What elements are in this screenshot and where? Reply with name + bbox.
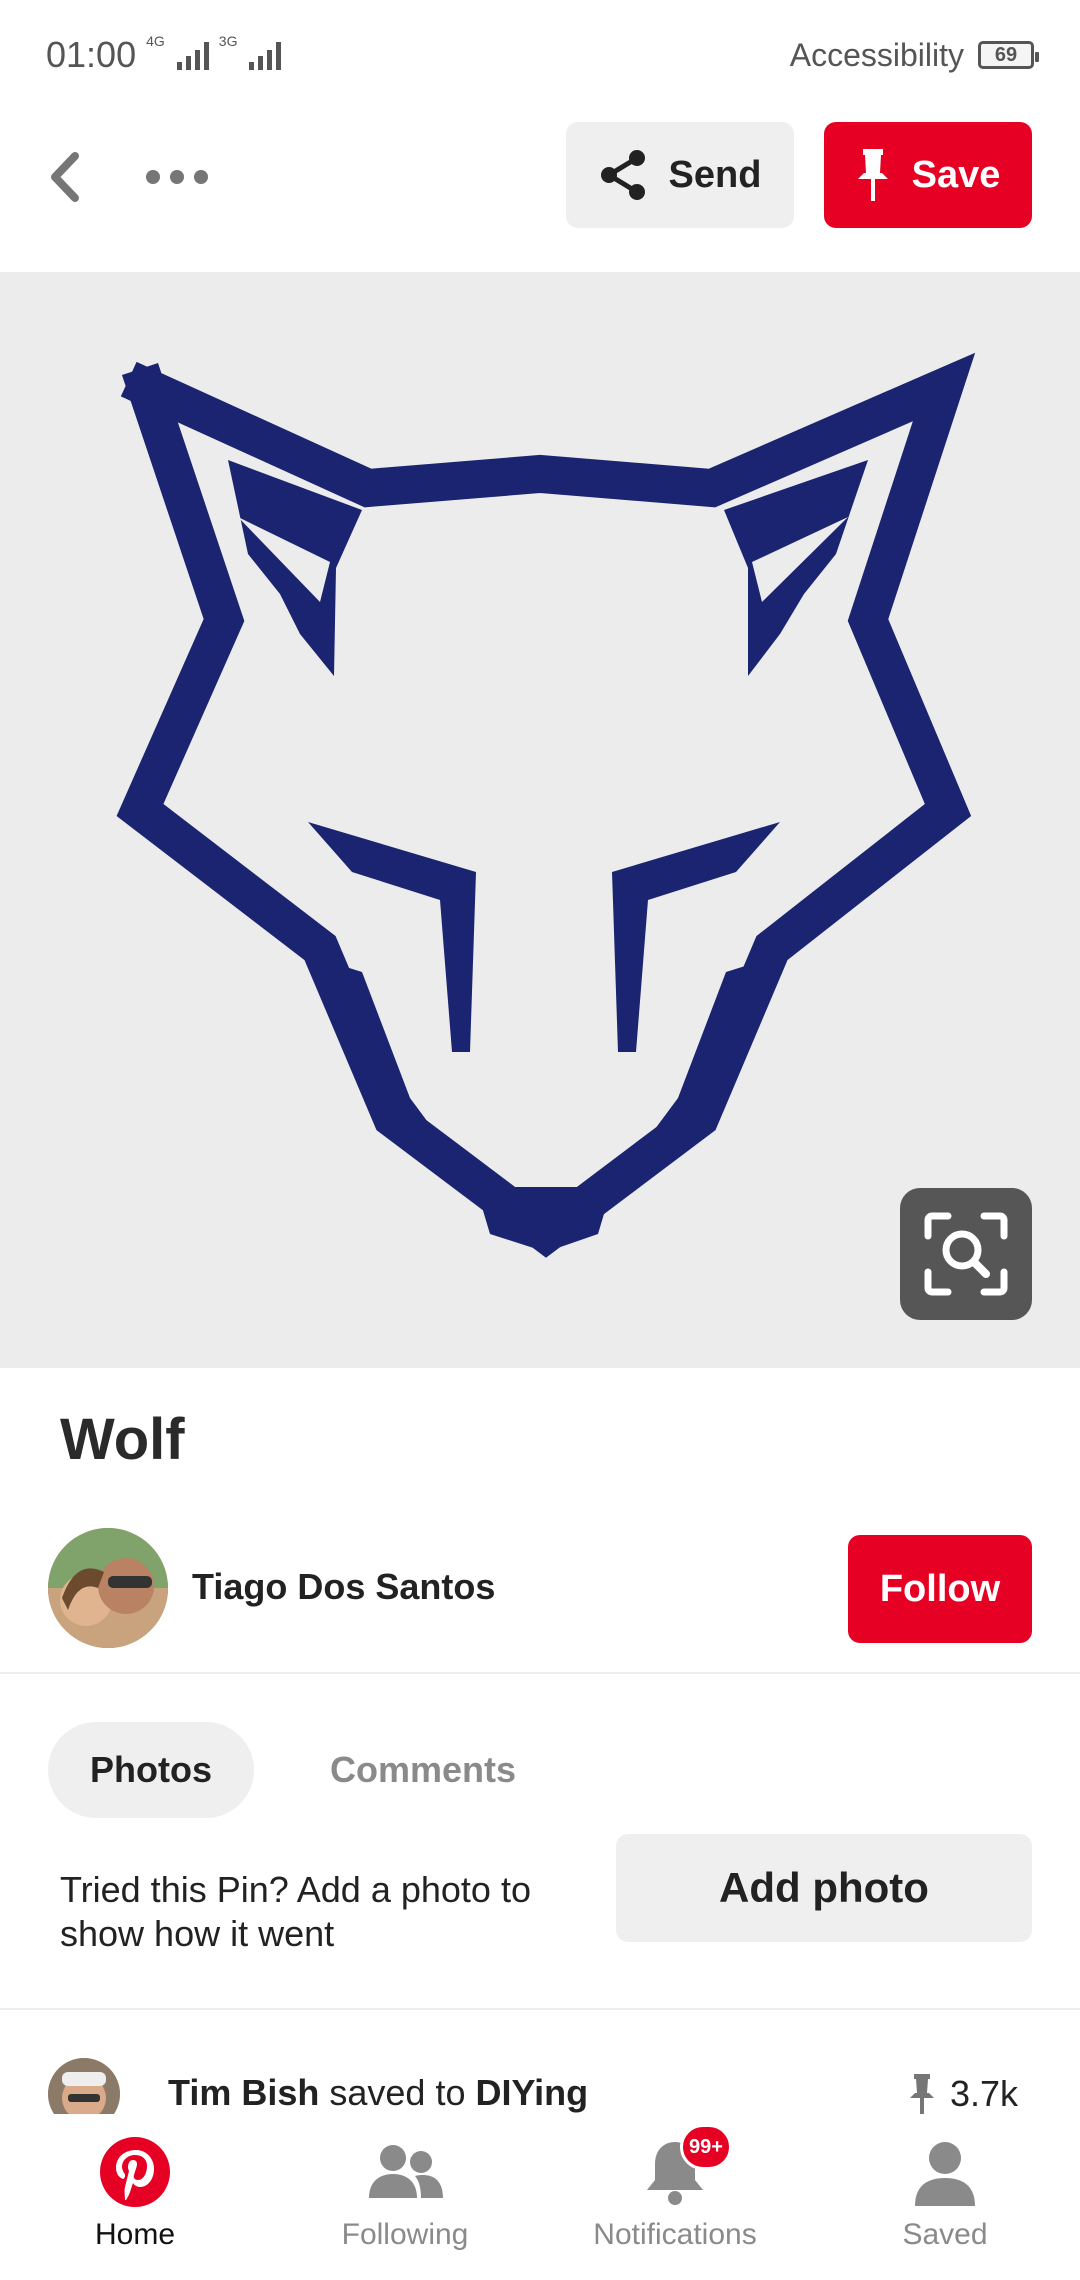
- activity-action: saved to: [329, 2072, 466, 2113]
- battery-icon: 69: [978, 41, 1039, 69]
- visual-search-button[interactable]: [900, 1188, 1032, 1320]
- nav-saved[interactable]: Saved: [810, 2114, 1080, 2280]
- lens-search-icon: [924, 1212, 1008, 1296]
- chevron-left-icon: [51, 152, 79, 202]
- signal-strength-icon: [176, 40, 209, 70]
- accessibility-label: Accessibility: [789, 36, 964, 73]
- activity-text: Tim Bish saved to DIYing: [168, 2072, 588, 2114]
- status-left: 01:00 4G 3G: [46, 33, 282, 76]
- save-count: 3.7k: [908, 2072, 1018, 2114]
- tab-comments[interactable]: Comments: [288, 1722, 558, 1818]
- nav-following[interactable]: Following: [270, 2114, 540, 2280]
- pinterest-logo-icon: [100, 2137, 170, 2207]
- pin-icon: [909, 2074, 934, 2114]
- pin-icon: [857, 149, 888, 201]
- tab-bar: Photos Comments: [48, 1722, 558, 1818]
- clock: 01:00: [46, 34, 137, 75]
- signal-strength-2-icon: [249, 40, 282, 70]
- notification-badge: 99+: [680, 2124, 732, 2170]
- person-icon: [915, 2142, 975, 2206]
- back-button[interactable]: [38, 150, 92, 204]
- dot-icon: [146, 170, 160, 184]
- nav-following-label: Following: [341, 2218, 469, 2251]
- people-icon: [369, 2145, 443, 2198]
- network-type-1: 4G: [146, 33, 165, 49]
- status-bar: 01:00 4G 3G Accessibility 69: [0, 0, 1080, 110]
- network-type-2: 3G: [218, 33, 238, 49]
- nav-notifications-label: Notifications: [593, 2218, 757, 2251]
- activity-user-name[interactable]: Tim Bish: [168, 2072, 319, 2113]
- send-label: Send: [668, 153, 762, 196]
- divider: [0, 2008, 1080, 2010]
- share-icon: [600, 150, 645, 200]
- author-avatar[interactable]: [48, 1528, 168, 1648]
- author-row: Tiago Dos Santos Follow: [0, 1526, 1080, 1650]
- nav-saved-label: Saved: [902, 2218, 988, 2251]
- dot-icon: [170, 170, 184, 184]
- tab-photos[interactable]: Photos: [48, 1722, 254, 1818]
- pin-action-bar: Send Save: [0, 120, 1080, 232]
- avatar-photo-icon: [48, 2058, 120, 2114]
- nav-home-label: Home: [94, 2218, 176, 2251]
- save-label: Save: [911, 153, 1001, 196]
- pin-title: Wolf: [60, 1407, 185, 1472]
- activity-user-avatar[interactable]: [48, 2058, 120, 2114]
- add-photo-button[interactable]: Add photo: [616, 1834, 1032, 1942]
- follow-button[interactable]: Follow: [848, 1535, 1032, 1643]
- author-name[interactable]: Tiago Dos Santos: [192, 1566, 495, 1608]
- save-button[interactable]: Save: [824, 122, 1032, 228]
- activity-row[interactable]: Tim Bish saved to DIYing 3.7k: [0, 2050, 1080, 2114]
- avatar-photo-icon: [48, 1528, 168, 1648]
- send-button[interactable]: Send: [566, 122, 794, 228]
- activity-board-name[interactable]: DIYing: [476, 2072, 589, 2113]
- status-right: Accessibility 69: [789, 36, 1039, 74]
- nav-notifications[interactable]: 99+ Notifications: [540, 2114, 810, 2280]
- bottom-navigation: Home Following 99+ Notifications Saved: [0, 2114, 1080, 2280]
- save-count-value: 3.7k: [949, 2073, 1018, 2114]
- dot-icon: [194, 170, 208, 184]
- battery-level: 69: [994, 43, 1018, 66]
- divider: [0, 1672, 1080, 1674]
- tried-this-pin-text: Tried this Pin? Add a photo to show how …: [60, 1869, 531, 1954]
- nav-home[interactable]: Home: [0, 2114, 270, 2280]
- more-options-button[interactable]: [132, 150, 222, 204]
